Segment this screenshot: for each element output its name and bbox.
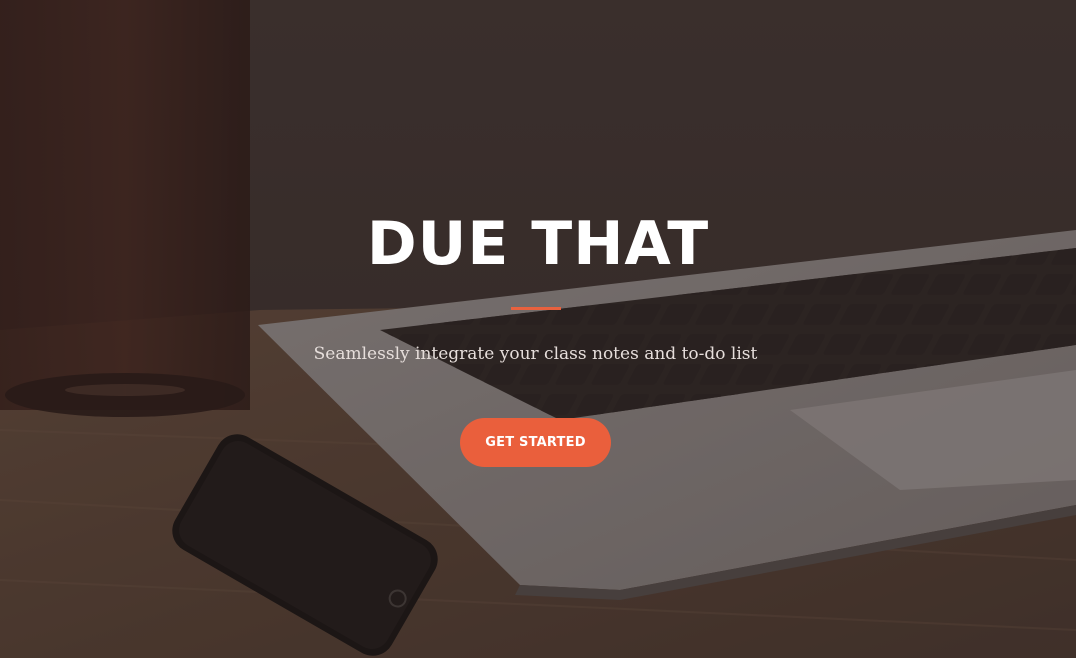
hero-section: DUE THAT Seamlessly integrate your class… <box>0 0 1076 658</box>
site-title: DUE THAT <box>366 209 710 279</box>
get-started-button[interactable]: GET STARTED <box>460 418 611 467</box>
title-divider <box>511 307 561 310</box>
hero-subtitle: Seamlessly integrate your class notes an… <box>313 344 758 364</box>
hero-content: DUE THAT Seamlessly integrate your class… <box>0 0 1076 658</box>
